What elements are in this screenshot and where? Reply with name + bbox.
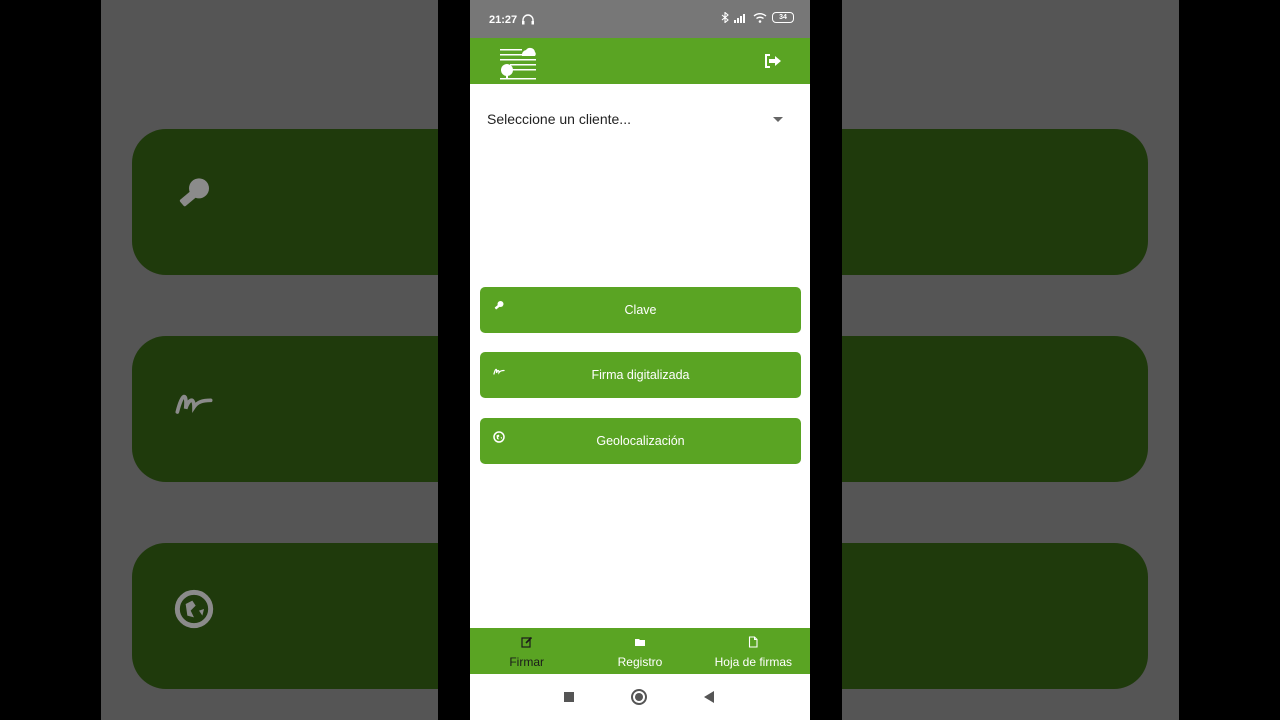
home-button[interactable] bbox=[631, 689, 647, 705]
folder-icon bbox=[634, 636, 646, 648]
app-bar bbox=[470, 38, 810, 84]
globe-icon bbox=[174, 589, 214, 629]
bluetooth-icon bbox=[721, 12, 729, 23]
geolocalizacion-button[interactable]: Geolocalización bbox=[480, 418, 801, 464]
signal-icon bbox=[734, 13, 745, 23]
wifi-icon bbox=[753, 13, 767, 23]
firma-digitalizada-button-label: Firma digitalizada bbox=[591, 368, 690, 382]
signature-icon bbox=[174, 382, 214, 422]
nav-item-firmar[interactable]: Firmar bbox=[470, 628, 583, 674]
nav-label-registro: Registro bbox=[617, 655, 663, 669]
logo-icon bbox=[500, 47, 536, 80]
phone-frame: 21:27 34 Seleccione un cliente... Clave … bbox=[438, 0, 842, 720]
key-icon bbox=[174, 175, 214, 215]
headset-icon bbox=[522, 14, 534, 25]
app-screen: 21:27 34 Seleccione un cliente... Clave … bbox=[470, 0, 810, 720]
nav-item-registro[interactable]: Registro bbox=[583, 628, 696, 674]
system-navigation-bar bbox=[470, 674, 810, 720]
file-icon bbox=[747, 636, 759, 648]
clave-button[interactable]: Clave bbox=[480, 287, 801, 333]
chevron-down-icon bbox=[773, 117, 783, 122]
clave-button-label: Clave bbox=[624, 303, 657, 317]
logout-icon[interactable] bbox=[764, 53, 782, 69]
video-frame: 21:27 34 Seleccione un cliente... Clave … bbox=[0, 0, 1280, 720]
nav-label-firmar: Firmar bbox=[509, 655, 544, 669]
recents-button[interactable] bbox=[564, 692, 574, 702]
status-icons: 34 bbox=[721, 12, 794, 23]
firma-digitalizada-button[interactable]: Firma digitalizada bbox=[480, 352, 801, 398]
back-button[interactable] bbox=[704, 691, 714, 703]
status-bar: 21:27 34 bbox=[470, 0, 810, 38]
status-time: 21:27 bbox=[489, 14, 518, 26]
edit-icon bbox=[521, 636, 533, 648]
geolocalizacion-button-label: Geolocalización bbox=[596, 434, 685, 448]
client-select-placeholder: Seleccione un cliente... bbox=[487, 111, 631, 127]
battery-icon: 34 bbox=[772, 12, 794, 23]
nav-item-hoja-de-firmas[interactable]: Hoja de firmas bbox=[697, 628, 810, 674]
nav-label-hoja-de-firmas: Hoja de firmas bbox=[714, 655, 792, 669]
client-select[interactable]: Seleccione un cliente... bbox=[487, 106, 793, 132]
bottom-navigation: Firmar Registro Hoja de firmas bbox=[470, 628, 810, 674]
